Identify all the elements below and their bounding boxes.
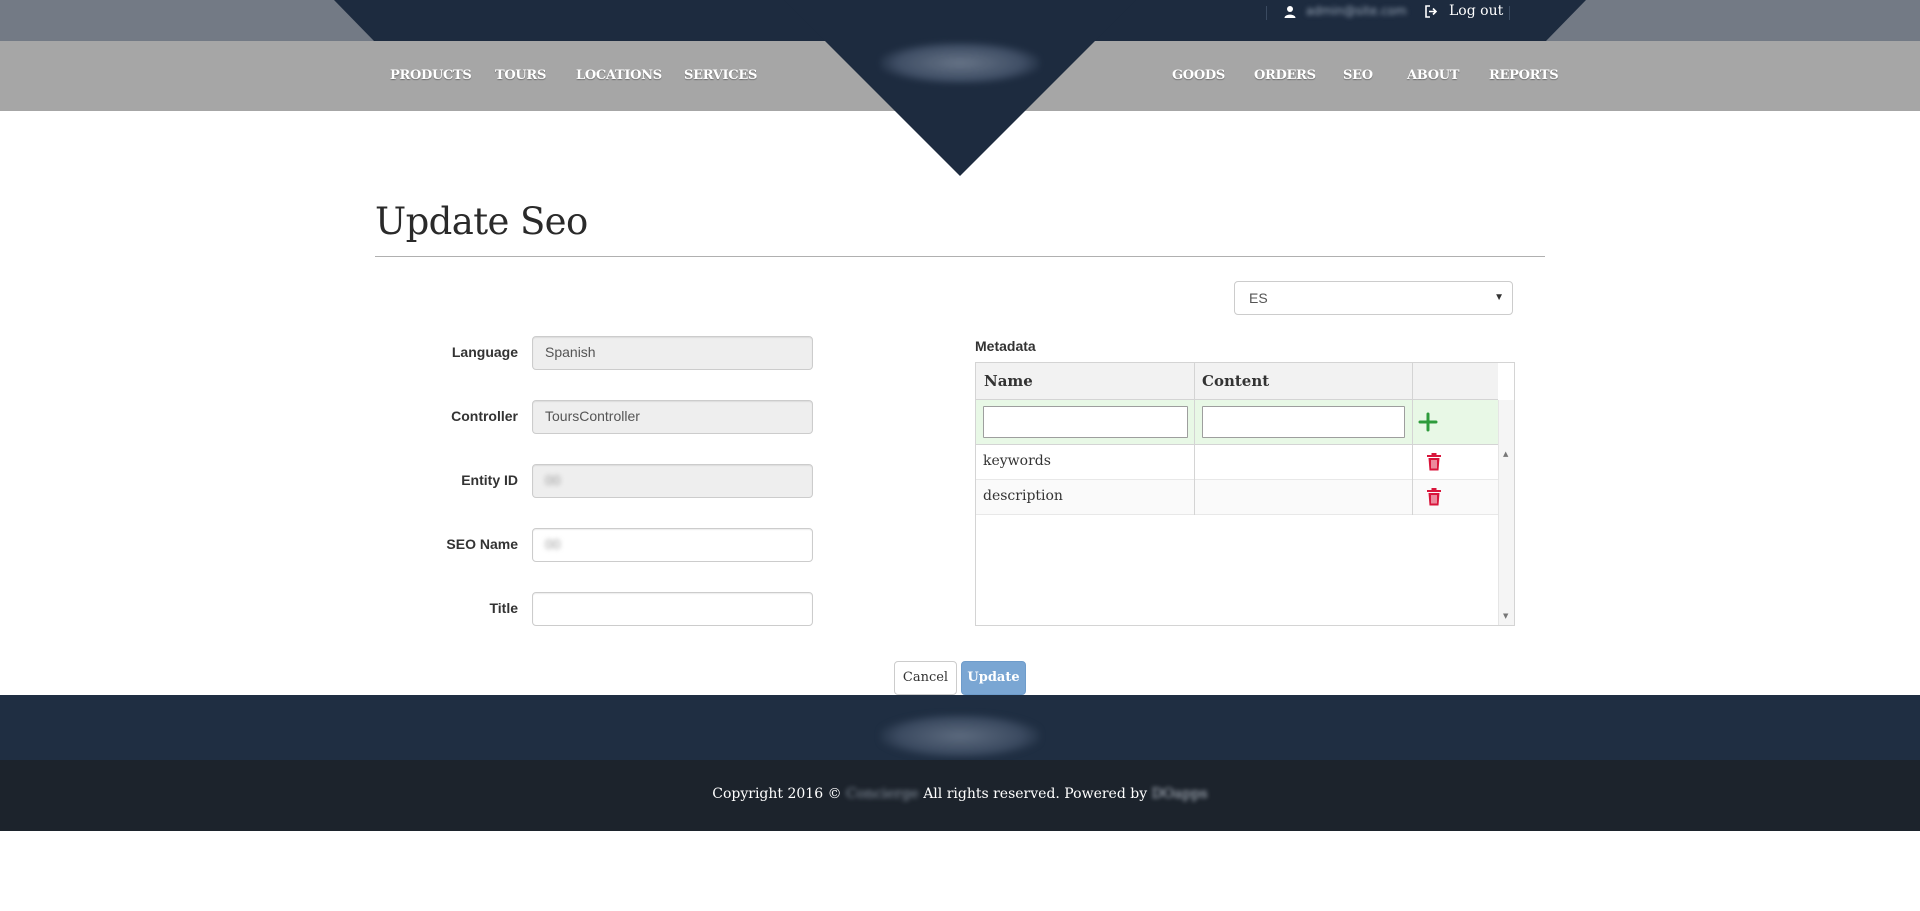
grid-new-row bbox=[976, 400, 1498, 445]
table-row[interactable]: keywords bbox=[976, 445, 1498, 480]
powered-by-link[interactable]: DOapps bbox=[1152, 786, 1208, 802]
grid-header: Name Content bbox=[976, 363, 1498, 400]
language-label: Language bbox=[451, 344, 518, 360]
nav-tours[interactable]: TOURS bbox=[495, 68, 546, 83]
title-divider bbox=[375, 256, 1545, 257]
seo-name-value: 00 bbox=[545, 536, 561, 552]
brand-logo[interactable] bbox=[880, 42, 1040, 84]
language-field[interactable]: Spanish bbox=[532, 336, 813, 370]
nav-products[interactable]: PRODUCTS bbox=[390, 68, 472, 83]
controller-field-value: ToursController bbox=[545, 408, 640, 424]
top-separator bbox=[1266, 6, 1267, 20]
user-icon bbox=[1284, 6, 1296, 18]
page-title: Update Seo bbox=[375, 200, 588, 243]
controller-label: Controller bbox=[451, 408, 518, 424]
grid-scrollbar[interactable]: ▲ ▼ bbox=[1498, 400, 1514, 625]
grid-column-divider bbox=[1194, 363, 1195, 515]
grid-column-name[interactable]: Name bbox=[984, 372, 1033, 390]
nav-seo[interactable]: SEO bbox=[1343, 68, 1373, 83]
grid-column-divider bbox=[1412, 363, 1413, 515]
language-select-value: ES bbox=[1249, 290, 1268, 306]
new-content-input[interactable] bbox=[1202, 406, 1405, 438]
row-name: keywords bbox=[983, 453, 1051, 469]
nav-services[interactable]: SERVICES bbox=[684, 68, 757, 83]
cancel-button[interactable]: Cancel bbox=[894, 661, 957, 695]
entity-id-label: Entity ID bbox=[461, 472, 518, 488]
language-field-value: Spanish bbox=[545, 344, 596, 360]
metadata-label: Metadata bbox=[975, 338, 1036, 354]
entity-id-value: 00 bbox=[545, 472, 561, 488]
nav-orders[interactable]: ORDERS bbox=[1254, 68, 1316, 83]
copyright-text: Copyright 2016 © Concierge All rights re… bbox=[0, 786, 1920, 802]
rights-text: All rights reserved. Powered by bbox=[923, 786, 1148, 802]
footer-logo bbox=[880, 714, 1040, 758]
title-label: Title bbox=[489, 600, 518, 616]
logout-icon[interactable] bbox=[1425, 5, 1438, 18]
entity-id-field[interactable]: 00 bbox=[532, 464, 813, 498]
top-separator bbox=[1509, 6, 1510, 20]
trash-icon[interactable] bbox=[1426, 488, 1442, 506]
seo-name-field[interactable]: 00 bbox=[532, 528, 813, 562]
nav-reports[interactable]: REPORTS bbox=[1489, 68, 1559, 83]
language-select[interactable]: ES ▼ bbox=[1234, 281, 1513, 315]
row-name: description bbox=[983, 488, 1063, 504]
add-icon[interactable] bbox=[1416, 410, 1440, 434]
new-name-input[interactable] bbox=[983, 406, 1188, 438]
nav-locations[interactable]: LOCATIONS bbox=[576, 68, 662, 83]
company-name: Concierge bbox=[846, 786, 919, 802]
scroll-up-icon[interactable]: ▲ bbox=[1503, 450, 1508, 458]
title-field[interactable] bbox=[532, 592, 813, 626]
nav-goods[interactable]: GOODS bbox=[1172, 68, 1225, 83]
controller-field[interactable]: ToursController bbox=[532, 400, 813, 434]
seo-name-label: SEO Name bbox=[446, 536, 518, 552]
caret-down-icon: ▼ bbox=[1494, 292, 1504, 303]
grid-column-content[interactable]: Content bbox=[1202, 372, 1269, 390]
update-button[interactable]: Update bbox=[961, 661, 1026, 695]
trash-icon[interactable] bbox=[1426, 453, 1442, 471]
user-email[interactable]: admin@site.com bbox=[1306, 4, 1408, 18]
scroll-down-icon[interactable]: ▼ bbox=[1503, 612, 1508, 620]
logout-link[interactable]: Log out bbox=[1449, 3, 1503, 19]
table-row[interactable]: description bbox=[976, 480, 1498, 515]
copyright-prefix: Copyright 2016 © bbox=[712, 786, 842, 802]
metadata-grid: Name Content keywords description ▲ ▼ bbox=[975, 362, 1515, 626]
nav-about[interactable]: ABOUT bbox=[1407, 68, 1459, 83]
